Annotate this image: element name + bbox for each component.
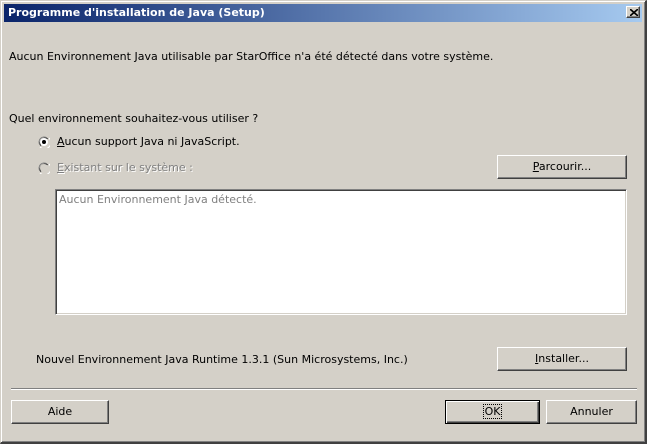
environment-question: Quel environnement souhaitez-vous utilis… (9, 112, 259, 125)
radio-no-java-label[interactable]: Aucun support Java ni JavaScript. (57, 135, 240, 149)
help-button[interactable]: Aide (11, 400, 109, 424)
radio-existing-label: Existant sur le système : (57, 161, 193, 175)
radio-existing[interactable] (38, 162, 50, 174)
footer-separator (11, 388, 637, 390)
ok-button-label: OK (482, 404, 503, 419)
new-runtime-text: Nouvel Environnement Java Runtime 1.3.1 … (36, 353, 408, 366)
browse-button-label: arcourir... (538, 160, 592, 173)
detection-message: Aucun Environnement Java utilisable par … (9, 50, 494, 63)
cancel-button[interactable]: Annuler (546, 400, 637, 424)
window-title: Programme d'installation de Java (Setup) (8, 6, 265, 19)
accel-e: E (57, 161, 64, 174)
title-bar[interactable]: Programme d'installation de Java (Setup) (4, 4, 642, 22)
list-empty-text: Aucun Environnement Java détecté. (59, 193, 257, 206)
setup-dialog: Programme d'installation de Java (Setup)… (0, 0, 647, 444)
browse-button[interactable]: Parcourir... (497, 155, 627, 179)
close-button[interactable] (626, 6, 640, 18)
accel-a: A (57, 135, 65, 148)
ok-button[interactable]: OK (445, 400, 540, 424)
close-icon (630, 9, 638, 16)
install-button-label: nstaller... (538, 352, 589, 365)
install-button[interactable]: Installer... (497, 347, 627, 371)
radio-existing-text: xistant sur le système : (63, 161, 193, 174)
java-environment-list[interactable]: Aucun Environnement Java détecté. (55, 189, 627, 315)
radio-no-java-text: ucun support Java ni JavaScript. (64, 135, 240, 148)
radio-no-java[interactable] (38, 136, 50, 148)
